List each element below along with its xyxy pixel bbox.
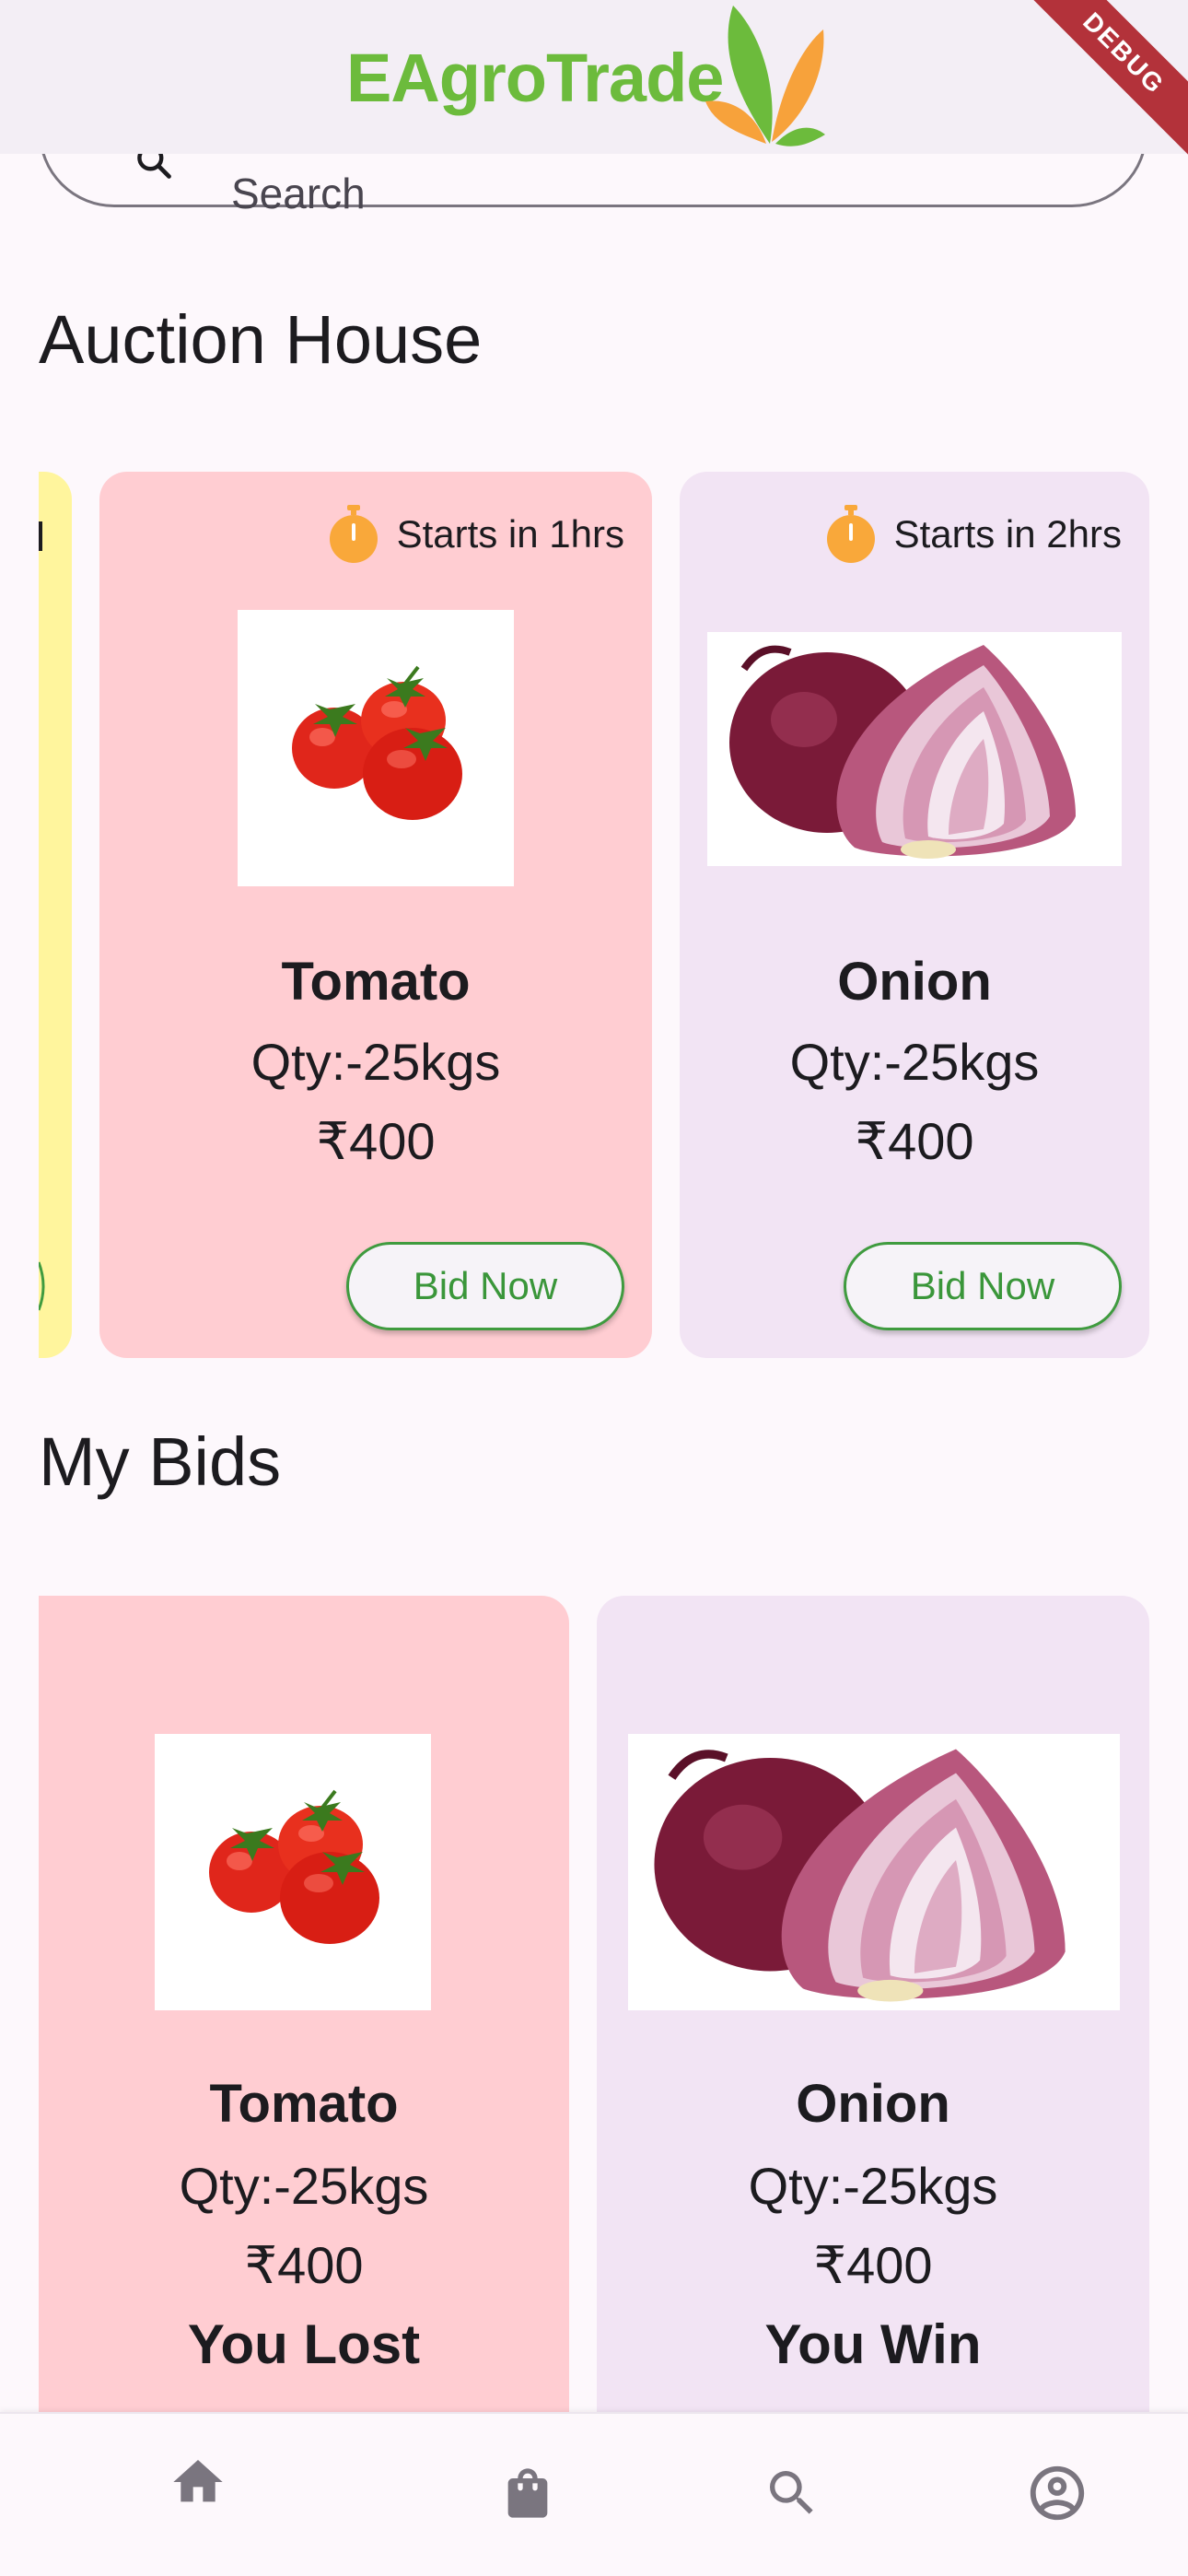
- auction-timer-text: Starts in 1hrs: [396, 512, 624, 556]
- search-placeholder: Search: [231, 170, 366, 217]
- auction-card-partial[interactable]: [39, 472, 72, 1358]
- product-quantity: Qty:-25kgs: [179, 2157, 429, 2215]
- debug-banner: DEBUG: [1022, 0, 1188, 166]
- auction-timer: Starts in 1hrs: [327, 505, 624, 564]
- product-price: ₹400: [316, 1112, 436, 1170]
- nav-shop[interactable]: [491, 2456, 565, 2530]
- app-bar: EAgroTrade: [0, 0, 1188, 154]
- partial-button-edge: [39, 1261, 45, 1311]
- timer-icon: [826, 505, 875, 563]
- nav-home[interactable]: [161, 2445, 235, 2519]
- product-price: ₹400: [855, 1112, 974, 1170]
- product-price: ₹400: [244, 2236, 364, 2294]
- product-name: Tomato: [281, 952, 471, 1012]
- bid-card-tomato[interactable]: Tomato Qty:-25kgs ₹400 You Lost: [39, 1596, 569, 2416]
- nav-search[interactable]: [755, 2456, 829, 2530]
- auction-timer-text: Starts in 2hrs: [893, 512, 1122, 556]
- brand-name: EAgroTrade: [346, 40, 724, 116]
- onion-image: [628, 1734, 1120, 2010]
- product-name: Tomato: [209, 2074, 399, 2134]
- shopping-bag-icon: [507, 2468, 548, 2518]
- bid-now-button[interactable]: Bid Now: [346, 1242, 624, 1330]
- nav-profile[interactable]: [1020, 2456, 1094, 2530]
- auction-timer: Starts in 2hrs: [824, 505, 1122, 564]
- onion-image: [707, 632, 1122, 866]
- product-price: ₹400: [813, 2236, 933, 2294]
- product-quantity: Qty:-25kgs: [748, 2157, 998, 2215]
- bid-card-onion[interactable]: Onion Qty:-25kgs ₹400 You Win: [597, 1596, 1149, 2416]
- auction-house-title: Auction House: [39, 301, 483, 378]
- my-bids-title: My Bids: [39, 1423, 282, 1500]
- bid-result: You Win: [764, 2313, 982, 2375]
- tomato-image: [238, 610, 514, 886]
- home-icon: [173, 2460, 223, 2502]
- bid-now-button[interactable]: Bid Now: [844, 1242, 1122, 1330]
- timer-icon: [329, 505, 378, 563]
- auction-card-onion[interactable]: Starts in 2hrs Onion Qty:-25kgs ₹400 Bid…: [680, 472, 1149, 1358]
- debug-label: DEBUG: [1022, 0, 1188, 166]
- search-icon: [770, 2471, 813, 2514]
- leaf-logo-icon: [705, 6, 825, 146]
- product-quantity: Qty:-25kgs: [789, 1033, 1040, 1091]
- bottom-navigation: [0, 2412, 1188, 2576]
- product-name: Onion: [796, 2074, 950, 2134]
- bid-result: You Lost: [187, 2313, 421, 2375]
- product-quantity: Qty:-25kgs: [250, 1033, 501, 1091]
- brand-logo: EAgroTrade: [346, 6, 825, 149]
- partial-text-fragment: [39, 521, 42, 551]
- auction-card-tomato[interactable]: Starts in 1hrs Tomato Qty:-25kgs ₹400 Bi…: [99, 472, 652, 1358]
- tomato-image: [155, 1734, 431, 2010]
- product-name: Onion: [837, 952, 992, 1012]
- account-circle-icon: [1030, 2465, 1085, 2521]
